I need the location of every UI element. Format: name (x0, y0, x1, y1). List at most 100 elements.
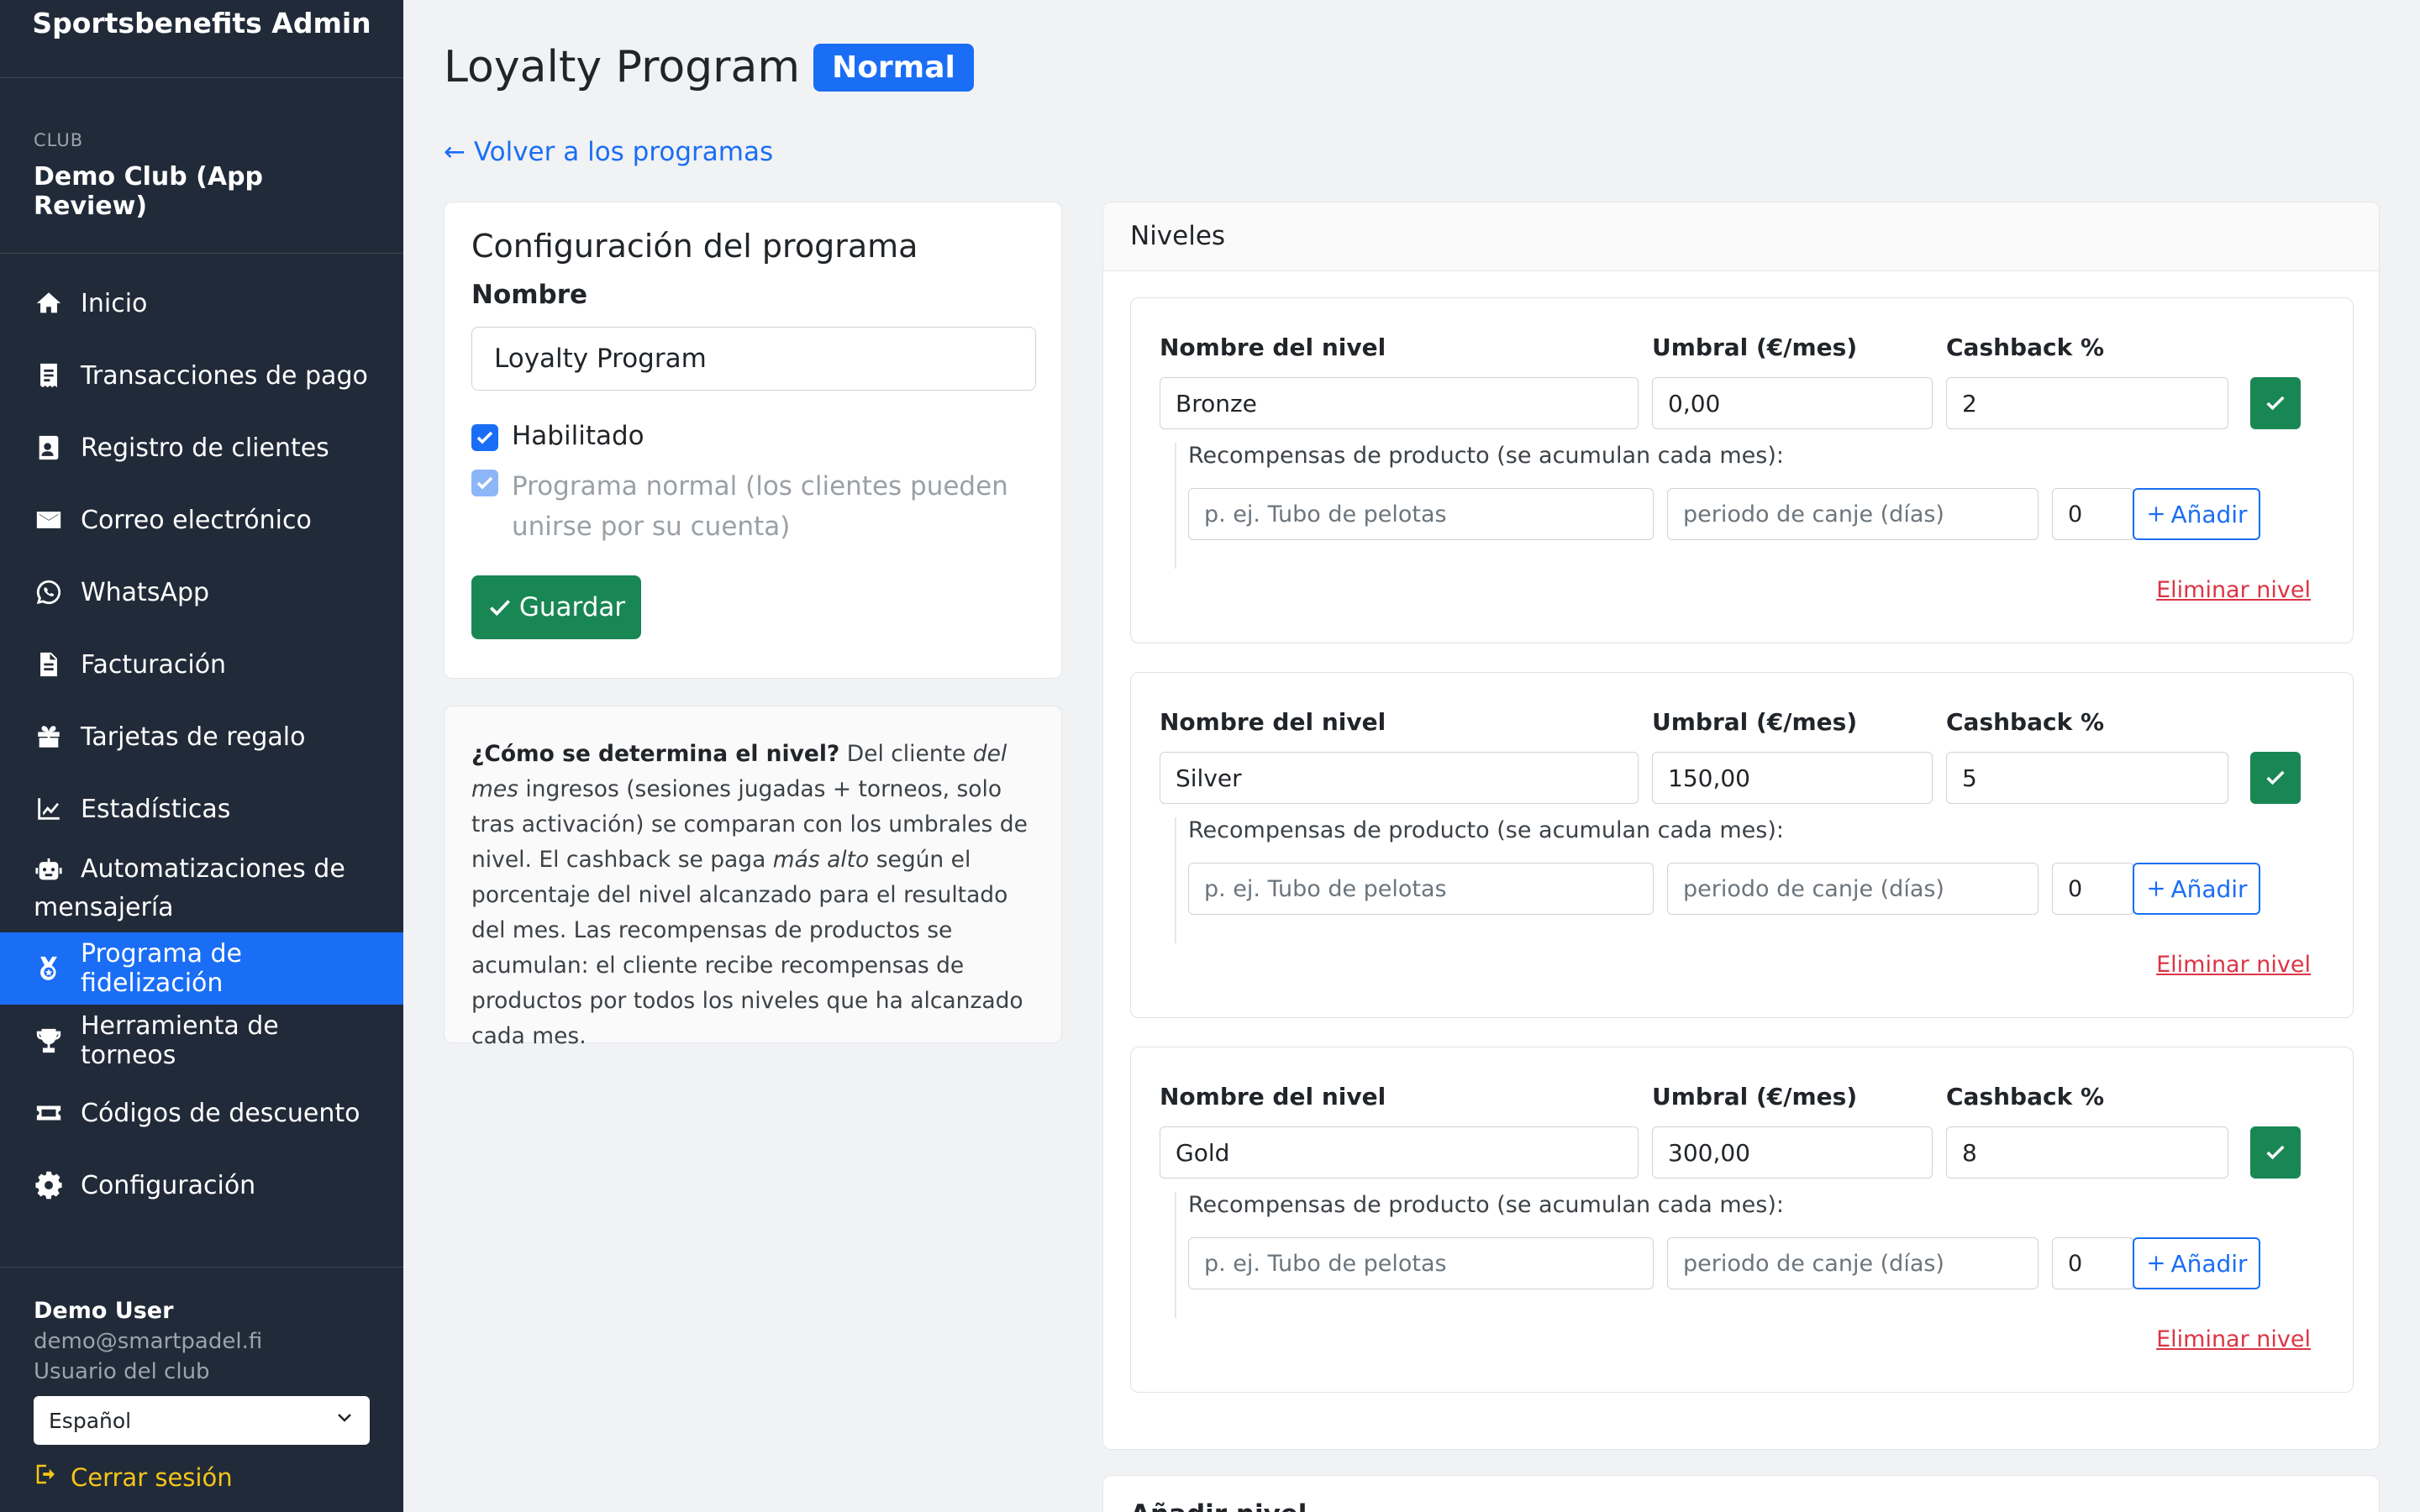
level-name-input[interactable]: Bronze (1160, 377, 1639, 429)
redemption-period-input[interactable]: periodo de canje (días) (1667, 488, 2039, 540)
sidebar-item-torneos[interactable]: Herramienta de torneos (0, 1005, 403, 1077)
level-name-label: Nombre del nivel (1160, 333, 1386, 361)
level-item: Nombre del nivel Umbral (€/mes) Cashback… (1130, 1047, 2354, 1393)
rewards-label: Recompensas de producto (se acumulan cad… (1188, 817, 1784, 843)
level-info-text: ¿Cómo se determina el nivel? Del cliente… (471, 741, 1028, 1049)
logout-link[interactable]: Cerrar sesión (34, 1462, 370, 1493)
threshold-label: Umbral (€/mes) (1652, 708, 1858, 736)
sidebar-item-label: Herramienta de torneos (81, 1011, 279, 1070)
check-icon (476, 431, 493, 444)
plus-icon (2149, 507, 2165, 522)
sidebar-item-inicio[interactable]: Inicio (0, 267, 403, 339)
sidebar-item-fidelizacion[interactable]: Programa de fidelización (0, 932, 403, 1005)
product-rewards: Recompensas de producto (se acumulan cad… (1175, 443, 2326, 569)
threshold-input[interactable]: 150,00 (1652, 752, 1933, 804)
user-email: demo@smartpadel.fi (34, 1329, 263, 1354)
sidebar-item-codigos-descuento[interactable]: Códigos de descuento (0, 1077, 403, 1149)
normal-program-label: Programa normal (los clientes pueden uni… (512, 471, 1008, 542)
name-label: Nombre (471, 280, 588, 310)
back-to-programs-link[interactable]: ← Volver a los programas (444, 137, 773, 167)
logout-icon (34, 1462, 71, 1493)
language-value: Español (49, 1408, 132, 1433)
cashback-input[interactable]: 8 (1946, 1126, 2228, 1179)
level-item: Nombre del nivel Umbral (€/mes) Cashback… (1130, 672, 2354, 1018)
robot-icon (34, 855, 64, 885)
add-label: Añadir (2170, 874, 2248, 903)
program-name-input[interactable]: Loyalty Program (471, 327, 1036, 391)
save-level-button[interactable] (2250, 377, 2301, 429)
enabled-checkbox[interactable] (471, 424, 498, 451)
product-input[interactable]: p. ej. Tubo de pelotas (1188, 863, 1654, 915)
redemption-period-input[interactable]: periodo de canje (días) (1667, 1237, 2039, 1289)
club-name: Demo Club (App Review) (34, 162, 264, 221)
sidebar-item-label: Inicio (81, 288, 148, 318)
receipt-icon (34, 360, 64, 391)
add-reward-button[interactable]: Añadir (2133, 863, 2260, 915)
sidebar-item-whatsapp[interactable]: WhatsApp (0, 556, 403, 628)
sidebar-item-automatizaciones[interactable]: Automatizaciones de mensajería (0, 845, 403, 932)
rewards-label: Recompensas de producto (se acumulan cad… (1188, 443, 1784, 469)
sidebar-item-label: WhatsApp (81, 577, 210, 607)
sidebar-item-estadisticas[interactable]: Estadísticas (0, 773, 403, 845)
cashback-label: Cashback % (1946, 333, 2105, 361)
enabled-label: Habilitado (512, 421, 644, 451)
contact-card-icon (34, 433, 64, 463)
product-rewards: Recompensas de producto (se acumulan cad… (1175, 817, 2326, 943)
level-item: Nombre del nivel Umbral (€/mes) Cashback… (1130, 297, 2354, 643)
save-level-button[interactable] (2250, 1126, 2301, 1179)
envelope-icon (34, 505, 64, 535)
level-name-input[interactable]: Gold (1160, 1126, 1639, 1179)
save-button[interactable]: Guardar (471, 575, 641, 639)
sidebar-item-label: Configuración (81, 1170, 256, 1200)
quantity-input[interactable]: 0 (2052, 1237, 2134, 1289)
sidebar-item-label: Programa de fidelización (81, 939, 242, 998)
threshold-label: Umbral (€/mes) (1652, 333, 1858, 361)
sidebar-item-facturacion[interactable]: Facturación (0, 628, 403, 701)
save-level-button[interactable] (2250, 752, 2301, 804)
sidebar-item-tarjetas-regalo[interactable]: Tarjetas de regalo (0, 701, 403, 773)
add-label: Añadir (2170, 500, 2248, 528)
sidebar-item-label: Correo electrónico (81, 505, 312, 535)
threshold-input[interactable]: 0,00 (1652, 377, 1933, 429)
language-select[interactable]: Español (34, 1396, 370, 1445)
level-info-card: ¿Cómo se determina el nivel? Del cliente… (444, 706, 1062, 1049)
sidebar-item-registro-clientes[interactable]: Registro de clientes (0, 412, 403, 484)
sidebar-item-label: Registro de clientes (81, 433, 329, 463)
threshold-input[interactable]: 300,00 (1652, 1126, 1933, 1179)
sidebar-item-label: Automatizaciones de mensajería (34, 854, 345, 922)
add-reward-button[interactable]: Añadir (2133, 488, 2260, 540)
delete-level-link[interactable]: Eliminar nivel (2156, 1326, 2311, 1352)
document-icon (34, 649, 64, 680)
gift-icon (34, 722, 64, 752)
product-rewards: Recompensas de producto (se acumulan cad… (1175, 1192, 2326, 1318)
sidebar-item-transacciones[interactable]: Transacciones de pago (0, 339, 403, 412)
quantity-input[interactable]: 0 (2052, 488, 2134, 540)
page-title: Loyalty Program (444, 42, 801, 92)
user-role: Usuario del club (34, 1359, 210, 1384)
delete-level-link[interactable]: Eliminar nivel (2156, 952, 2311, 978)
quantity-input[interactable]: 0 (2052, 863, 2134, 915)
sidebar-item-label: Facturación (81, 649, 227, 680)
level-name-input[interactable]: Silver (1160, 752, 1639, 804)
product-input[interactable]: p. ej. Tubo de pelotas (1188, 488, 1654, 540)
add-reward-button[interactable]: Añadir (2133, 1237, 2260, 1289)
normal-program-row: Programa normal (los clientes pueden uni… (471, 466, 1034, 547)
product-input[interactable]: p. ej. Tubo de pelotas (1188, 1237, 1654, 1289)
sidebar-item-configuracion[interactable]: Configuración (0, 1149, 403, 1221)
cashback-input[interactable]: 5 (1946, 752, 2228, 804)
delete-level-link[interactable]: Eliminar nivel (2156, 577, 2311, 603)
levels-header: Niveles (1103, 202, 2379, 271)
sidebar-item-label: Transacciones de pago (81, 360, 368, 391)
level-name-label: Nombre del nivel (1160, 1083, 1386, 1110)
add-label: Añadir (2170, 1249, 2248, 1278)
cashback-input[interactable]: 2 (1946, 377, 2228, 429)
rewards-label: Recompensas de producto (se acumulan cad… (1188, 1192, 1784, 1218)
brand-title: Sportsbenefits Admin (0, 0, 403, 78)
redemption-period-input[interactable]: periodo de canje (días) (1667, 863, 2039, 915)
trophy-icon (34, 1026, 64, 1056)
check-icon (476, 476, 493, 490)
cashback-label: Cashback % (1946, 1083, 2105, 1110)
whatsapp-icon (34, 577, 64, 607)
sidebar-item-correo[interactable]: Correo electrónico (0, 484, 403, 556)
add-level-card: Añadir nivel (1102, 1475, 2380, 1512)
